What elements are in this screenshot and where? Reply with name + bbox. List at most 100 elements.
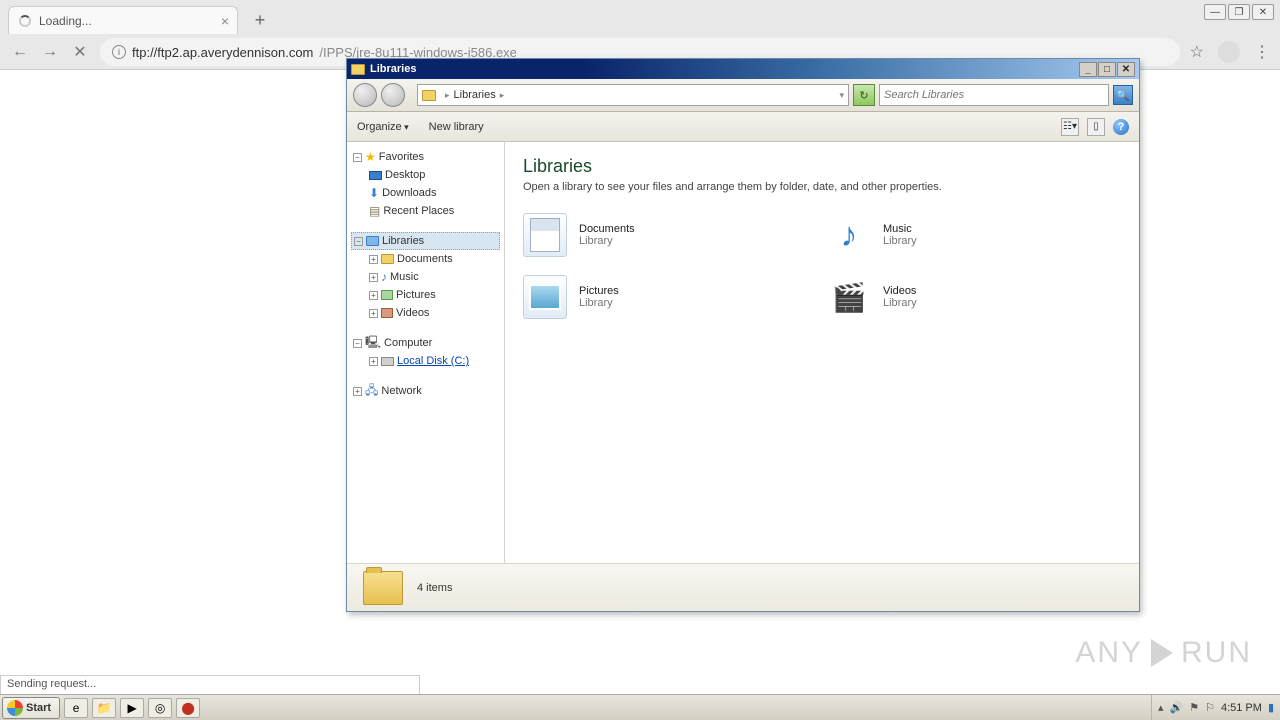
search-input[interactable]	[884, 89, 1104, 101]
collapse-icon[interactable]: −	[354, 237, 363, 246]
tree-item-recent[interactable]: ▤Recent Places	[351, 202, 500, 220]
volume-icon[interactable]: 🔊	[1170, 701, 1184, 714]
expand-icon[interactable]: +	[369, 309, 378, 318]
forward-button[interactable]: →	[40, 42, 60, 62]
tab-title: Loading...	[39, 14, 92, 28]
win-maximize-icon[interactable]: □	[1098, 62, 1116, 77]
expand-icon[interactable]: +	[369, 291, 378, 300]
expand-icon[interactable]: +	[353, 387, 362, 396]
site-info-icon[interactable]: i	[112, 45, 126, 59]
tree-item-music[interactable]: +♪Music	[351, 268, 500, 286]
collapse-icon[interactable]: −	[353, 339, 362, 348]
expand-icon[interactable]: +	[369, 273, 378, 282]
win-minimize-icon[interactable]: _	[1079, 62, 1097, 77]
tree-item-documents[interactable]: +Documents	[351, 250, 500, 268]
tree-item-videos[interactable]: +Videos	[351, 304, 500, 322]
clock[interactable]: 4:51 PM	[1221, 702, 1262, 714]
new-library-button[interactable]: New library	[429, 121, 484, 133]
flag-icon[interactable]: ⚐	[1205, 701, 1215, 714]
taskbar-media[interactable]: ▶	[120, 698, 144, 718]
refresh-button[interactable]: ↻	[853, 84, 875, 106]
play-icon	[1151, 639, 1173, 667]
new-tab-button[interactable]: +	[248, 8, 272, 32]
tree-libraries[interactable]: −Libraries	[351, 232, 500, 250]
collapse-icon[interactable]: −	[353, 153, 362, 162]
status-text: 4 items	[417, 582, 452, 594]
browser-status: Sending request...	[0, 675, 420, 695]
nav-tree: −★Favorites Desktop ⬇Downloads ▤Recent P…	[347, 142, 505, 563]
nav-back-button[interactable]	[353, 83, 377, 107]
explorer-statusbar: 4 items	[347, 563, 1139, 611]
music-icon	[827, 213, 871, 257]
tree-network[interactable]: +🖧Network	[351, 382, 500, 400]
chevron-right-icon: ▸	[445, 90, 450, 101]
taskbar-app[interactable]: ⬤	[176, 698, 200, 718]
library-documents[interactable]: DocumentsLibrary	[523, 213, 817, 257]
show-desktop[interactable]: ▮	[1268, 701, 1274, 714]
view-options-button[interactable]: ☷▾	[1061, 118, 1079, 136]
folder-icon	[351, 64, 365, 75]
download-icon: ⬇	[369, 186, 379, 200]
tree-item-pictures[interactable]: +Pictures	[351, 286, 500, 304]
explorer-nav: ▸ Libraries ▸ ▾ ↻ 🔍	[347, 79, 1139, 112]
nav-forward-button[interactable]	[381, 83, 405, 107]
computer-icon: 🖳	[365, 333, 381, 354]
chevron-right-icon: ▸	[500, 90, 505, 101]
library-pictures[interactable]: PicturesLibrary	[523, 275, 817, 319]
folder-icon	[381, 254, 394, 264]
watermark: ANY RUN	[1075, 636, 1252, 670]
folder-icon	[363, 571, 403, 605]
libraries-icon	[366, 236, 379, 246]
start-button[interactable]: Start	[2, 697, 60, 719]
videos-icon	[827, 275, 871, 319]
tree-item-downloads[interactable]: ⬇Downloads	[351, 184, 500, 202]
browser-tab[interactable]: Loading... ×	[8, 6, 238, 34]
breadcrumb-text: Libraries	[454, 89, 496, 101]
help-icon[interactable]: ?	[1113, 119, 1129, 135]
profile-avatar[interactable]	[1218, 41, 1240, 63]
content-subtext: Open a library to see your files and arr…	[523, 181, 1121, 193]
tree-item-localdisk[interactable]: +Local Disk (C:)	[351, 352, 500, 370]
bookmark-icon[interactable]: ☆	[1190, 42, 1204, 62]
documents-icon	[523, 213, 567, 257]
disk-icon	[381, 357, 394, 366]
taskbar-chrome[interactable]: ◎	[148, 698, 172, 718]
pictures-icon	[523, 275, 567, 319]
stop-button[interactable]: ✕	[70, 42, 90, 62]
explorer-window: Libraries _ □ ✕ ▸ Libraries ▸ ▾ ↻ 🔍 Orga…	[346, 58, 1140, 612]
tab-strip: Loading... × +	[0, 0, 1280, 34]
desktop-icon	[369, 171, 382, 180]
tree-item-desktop[interactable]: Desktop	[351, 166, 500, 184]
star-icon: ★	[365, 150, 376, 164]
windows-logo-icon	[7, 700, 23, 716]
tab-close-icon[interactable]: ×	[221, 13, 229, 29]
library-videos[interactable]: VideosLibrary	[827, 275, 1121, 319]
taskbar-ie[interactable]: e	[64, 698, 88, 718]
back-button[interactable]: ←	[10, 42, 30, 62]
taskbar-explorer[interactable]: 📁	[92, 698, 116, 718]
system-tray: ▴ 🔊 ⚑ ⚐ 4:51 PM ▮	[1151, 695, 1280, 720]
library-music[interactable]: MusicLibrary	[827, 213, 1121, 257]
menu-icon[interactable]: ⋮	[1254, 42, 1270, 62]
breadcrumb[interactable]: ▸ Libraries ▸ ▾	[417, 84, 849, 106]
expand-icon[interactable]: +	[369, 357, 378, 366]
search-button[interactable]: 🔍	[1113, 85, 1133, 105]
expand-icon[interactable]: +	[369, 255, 378, 264]
content-heading: Libraries	[523, 156, 1121, 177]
preview-pane-button[interactable]: ▯	[1087, 118, 1105, 136]
explorer-toolbar: Organize New library ☷▾ ▯ ?	[347, 112, 1139, 142]
tree-favorites[interactable]: −★Favorites	[351, 148, 500, 166]
tray-icon[interactable]: ⚑	[1189, 701, 1199, 714]
recent-icon: ▤	[369, 204, 380, 218]
network-icon: 🖧	[365, 381, 378, 402]
tree-computer[interactable]: −🖳Computer	[351, 334, 500, 352]
win-close-icon[interactable]: ✕	[1117, 62, 1135, 77]
folder-icon	[422, 90, 436, 101]
tray-expand-icon[interactable]: ▴	[1158, 701, 1164, 714]
window-title: Libraries	[370, 63, 416, 75]
search-box[interactable]	[879, 84, 1109, 106]
organize-menu[interactable]: Organize	[357, 121, 409, 133]
chevron-down-icon[interactable]: ▾	[839, 90, 844, 101]
explorer-titlebar[interactable]: Libraries _ □ ✕	[347, 59, 1139, 79]
picture-icon	[381, 290, 393, 300]
